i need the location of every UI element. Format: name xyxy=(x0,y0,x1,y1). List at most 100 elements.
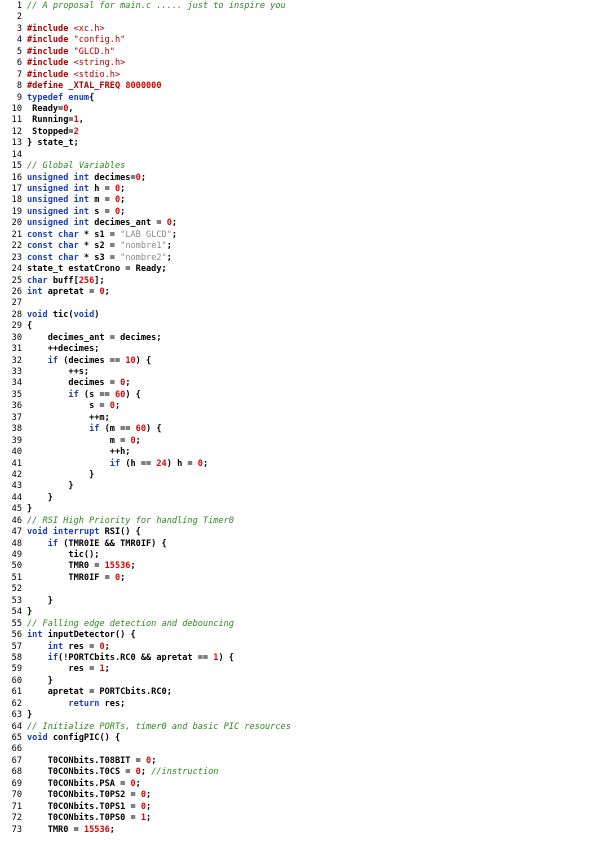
code-text: const char * s3 = "nombre2"; xyxy=(27,253,599,264)
code-token: } xyxy=(27,481,74,492)
code-token: #include xyxy=(27,23,74,34)
code-token: // Global Variables xyxy=(27,161,126,172)
line-number: 4 xyxy=(16,35,22,46)
code-token: configPIC() { xyxy=(47,733,121,743)
line-number: 26 xyxy=(11,286,22,297)
code-token: int xyxy=(27,286,43,297)
code-token: if xyxy=(27,538,59,549)
code-text: } xyxy=(27,710,599,721)
line-number: 58 xyxy=(11,652,22,663)
code-token: ) { xyxy=(218,652,234,663)
line-number: 63 xyxy=(11,710,22,721)
code-token: #include xyxy=(27,58,74,69)
line-number: 59 xyxy=(11,664,22,675)
code-text: int res = 0; xyxy=(27,642,599,653)
code-line: 44 } xyxy=(0,493,599,504)
code-token: void interrupt xyxy=(27,527,100,538)
code-line: 56 int inputDetector() { xyxy=(0,630,599,641)
code-token: ; xyxy=(171,229,178,240)
code-token: "LAB GLCD" xyxy=(120,229,172,240)
code-line: 71 T0CONbits.T0PS1 = 0; xyxy=(0,802,599,813)
line-number: 5 xyxy=(16,46,22,57)
code-text: decimes_ant = decimes; xyxy=(27,333,599,344)
code-token: unsigned int xyxy=(27,172,90,183)
line-number: 16 xyxy=(11,172,22,183)
code-token: <xc.h> xyxy=(73,23,105,34)
code-token: res = xyxy=(63,641,100,652)
code-token: if xyxy=(27,389,79,400)
code-line: 67 T0CONbits.T08BIT = 0; xyxy=(0,756,599,767)
line-number: 46 xyxy=(11,515,22,526)
code-token: int xyxy=(27,630,43,641)
code-token: apretat = PORTCbits.RC0; xyxy=(27,687,172,698)
code-token: ; xyxy=(151,755,157,766)
code-line: 21 const char * s1 = "LAB GLCD"; xyxy=(0,230,599,241)
code-token: tic(); xyxy=(27,550,100,560)
line-number: 15 xyxy=(11,161,22,172)
code-token: <string.h> xyxy=(73,58,126,69)
code-token: , xyxy=(68,103,74,114)
code-token: ; xyxy=(171,218,178,229)
code-line: 59 res = 1; xyxy=(0,664,599,675)
code-token: // Initialize PORTs, timer0 and basic PI… xyxy=(27,721,291,732)
line-number: 42 xyxy=(11,469,22,480)
code-line: 3 #include <xc.h> xyxy=(0,24,599,35)
code-token: // Falling edge detection and debouncing xyxy=(27,618,234,629)
code-token: 256 xyxy=(78,275,95,286)
code-line: 35 if (s == 60) { xyxy=(0,390,599,401)
code-text: apretat = PORTCbits.RC0; xyxy=(27,687,599,698)
line-number: 31 xyxy=(11,344,22,355)
code-line: 45} xyxy=(0,504,599,515)
line-number: 6 xyxy=(16,58,22,69)
code-text: void interrupt RSI() { xyxy=(27,527,599,538)
code-token: } state_t; xyxy=(27,138,79,149)
code-token: #include xyxy=(27,35,74,46)
code-token: RSI() { xyxy=(99,527,141,538)
line-number: 18 xyxy=(11,195,22,206)
code-line: 54} xyxy=(0,607,599,618)
code-line: 22 const char * s2 = "nombre1"; xyxy=(0,241,599,252)
code-line: 23 const char * s3 = "nombre2"; xyxy=(0,253,599,264)
code-text: // Falling edge detection and debouncing xyxy=(27,619,599,630)
code-token: Ready= xyxy=(27,103,64,114)
code-token: // A proposal for main.c ..... just to i… xyxy=(27,1,286,11)
code-text: int inputDetector() { xyxy=(27,630,599,641)
code-text: } state_t; xyxy=(27,138,599,149)
code-text: unsigned int h = 0; xyxy=(27,184,599,195)
code-line: 70 T0CONbits.T0PS2 = 0; xyxy=(0,790,599,801)
code-line: 42 } xyxy=(0,470,599,481)
code-token: ; xyxy=(130,561,136,572)
code-token: } xyxy=(27,710,33,721)
code-text: // RSI High Priority for handling Timer0 xyxy=(27,516,599,527)
code-line: 7 #include <stdio.h> xyxy=(0,70,599,81)
line-number: 68 xyxy=(11,767,22,778)
code-token: TMR0 = xyxy=(27,561,105,572)
code-line: 37 ++m; xyxy=(0,413,599,424)
code-line: 52 xyxy=(0,584,599,595)
code-text: ++m; xyxy=(27,413,599,424)
code-token: } xyxy=(27,675,53,686)
code-text: s = 0; xyxy=(27,401,599,412)
code-line: 16 unsigned int decimes=0; xyxy=(0,173,599,184)
line-number: 12 xyxy=(11,126,22,137)
code-line: 51 TMR0IF = 0; xyxy=(0,573,599,584)
code-text: #include <xc.h> xyxy=(27,24,599,35)
code-token: ; xyxy=(140,172,147,183)
line-number: 35 xyxy=(11,389,22,400)
code-token: ) { xyxy=(146,424,162,435)
code-text: tic(); xyxy=(27,550,599,561)
code-token: ++s; xyxy=(27,367,90,377)
code-token: buff[ xyxy=(47,275,79,286)
code-text: unsigned int decimes_ant = 0; xyxy=(27,218,599,229)
line-number: 30 xyxy=(11,332,22,343)
code-token: int xyxy=(27,641,64,652)
code-text: m = 0; xyxy=(27,436,599,447)
line-number: 9 xyxy=(16,92,22,103)
code-token: (s == xyxy=(78,389,115,400)
code-token: T0CONbits.T0PS2 = xyxy=(27,790,141,801)
code-token: // RSI High Priority for handling Timer0 xyxy=(27,515,234,526)
code-token: ; xyxy=(125,378,131,389)
code-token: decimes_ant = xyxy=(89,218,167,229)
line-number: 23 xyxy=(11,252,22,263)
